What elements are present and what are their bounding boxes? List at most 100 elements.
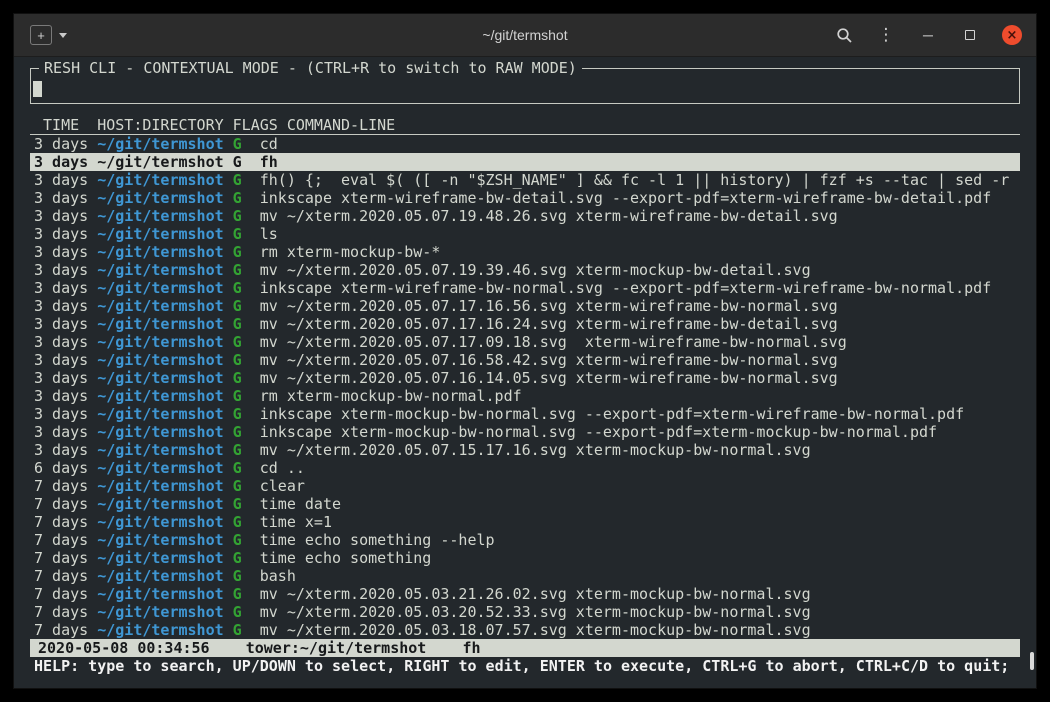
row-flags: G <box>233 603 260 621</box>
history-row[interactable]: 3 days~/git/termshotGfh() {; eval $( ([ … <box>30 171 1020 189</box>
history-row[interactable]: 3 days~/git/termshotGmv ~/xterm.2020.05.… <box>30 441 1020 459</box>
row-directory: ~/git/termshot <box>97 423 232 441</box>
history-row[interactable]: 3 days~/git/termshotGcd <box>30 135 1020 153</box>
scrollbar-thumb[interactable] <box>1030 652 1034 670</box>
history-row[interactable]: 6 days~/git/termshotGcd .. <box>30 459 1020 477</box>
row-directory: ~/git/termshot <box>97 585 232 603</box>
row-time: 3 days <box>34 333 97 351</box>
close-button[interactable]: × <box>1002 25 1022 45</box>
history-row[interactable]: 3 days~/git/termshotGls <box>30 225 1020 243</box>
row-command: time date <box>260 495 341 513</box>
row-time: 7 days <box>34 477 97 495</box>
column-command-line: COMMAND-LINE <box>287 116 395 134</box>
row-directory: ~/git/termshot <box>97 261 232 279</box>
history-row[interactable]: 3 days~/git/termshotGmv ~/xterm.2020.05.… <box>30 297 1020 315</box>
row-directory: ~/git/termshot <box>97 441 232 459</box>
row-directory: ~/git/termshot <box>97 477 232 495</box>
titlebar[interactable]: + ~/git/termshot ⋮ ─ × <box>14 14 1036 57</box>
row-command: mv ~/xterm.2020.05.07.19.48.26.svg xterm… <box>260 207 838 225</box>
row-flags: G <box>233 513 260 531</box>
row-flags: G <box>233 477 260 495</box>
history-row[interactable]: 3 days~/git/termshotGmv ~/xterm.2020.05.… <box>30 315 1020 333</box>
history-row[interactable]: 3 days~/git/termshotGmv ~/xterm.2020.05.… <box>30 333 1020 351</box>
row-flags: G <box>233 423 260 441</box>
history-row[interactable]: 7 days~/git/termshotGtime echo something <box>30 549 1020 567</box>
search-icon <box>836 27 853 44</box>
unmaximize-button[interactable] <box>960 25 980 45</box>
row-time: 3 days <box>34 135 97 153</box>
row-time: 6 days <box>34 459 97 477</box>
history-row[interactable]: 3 days~/git/termshotGinkscape xterm-mock… <box>30 405 1020 423</box>
chevron-down-icon[interactable] <box>59 33 67 38</box>
row-command: time echo something --help <box>260 531 495 549</box>
row-flags: G <box>233 171 260 189</box>
history-row[interactable]: 3 days~/git/termshotGmv ~/xterm.2020.05.… <box>30 207 1020 225</box>
row-directory: ~/git/termshot <box>97 135 232 153</box>
history-row[interactable]: 3 days~/git/termshotGfh <box>30 153 1020 171</box>
row-flags: G <box>233 297 260 315</box>
search-box-title: RESH CLI - CONTEXTUAL MODE - (CTRL+R to … <box>39 59 582 77</box>
minimize-button[interactable]: ─ <box>918 25 938 45</box>
table-header: TIMEHOST:DIRECTORYFLAGSCOMMAND-LINE <box>30 116 1020 135</box>
history-row[interactable]: 3 days~/git/termshotGrm xterm-mockup-bw-… <box>30 243 1020 261</box>
row-command: clear <box>260 477 305 495</box>
row-flags: G <box>233 387 260 405</box>
text-cursor <box>33 81 42 97</box>
history-row[interactable]: 3 days~/git/termshotGmv ~/xterm.2020.05.… <box>30 261 1020 279</box>
history-row[interactable]: 3 days~/git/termshotGrm xterm-mockup-bw-… <box>30 387 1020 405</box>
row-time: 7 days <box>34 549 97 567</box>
new-tab-button[interactable]: + <box>30 25 52 45</box>
row-command: mv ~/xterm.2020.05.07.17.16.24.svg xterm… <box>260 315 838 333</box>
search-button[interactable] <box>834 25 854 45</box>
history-row[interactable]: 3 days~/git/termshotGinkscape xterm-wire… <box>30 279 1020 297</box>
history-row[interactable]: 7 days~/git/termshotGtime x=1 <box>30 513 1020 531</box>
row-time: 3 days <box>34 315 97 333</box>
search-box[interactable]: RESH CLI - CONTEXTUAL MODE - (CTRL+R to … <box>30 59 1020 104</box>
row-directory: ~/git/termshot <box>97 153 232 171</box>
row-directory: ~/git/termshot <box>97 351 232 369</box>
row-directory: ~/git/termshot <box>97 369 232 387</box>
history-row[interactable]: 3 days~/git/termshotGmv ~/xterm.2020.05.… <box>30 351 1020 369</box>
row-directory: ~/git/termshot <box>97 549 232 567</box>
history-row[interactable]: 7 days~/git/termshotGmv ~/xterm.2020.05.… <box>30 603 1020 621</box>
help-line: HELP: type to search, UP/DOWN to select,… <box>30 657 1020 675</box>
history-row[interactable]: 3 days~/git/termshotGinkscape xterm-mock… <box>30 423 1020 441</box>
row-flags: G <box>233 459 260 477</box>
row-time: 3 days <box>34 207 97 225</box>
row-flags: G <box>233 279 260 297</box>
history-row[interactable]: 3 days~/git/termshotGinkscape xterm-wire… <box>30 189 1020 207</box>
row-time: 3 days <box>34 405 97 423</box>
history-row[interactable]: 7 days~/git/termshotGtime echo something… <box>30 531 1020 549</box>
row-directory: ~/git/termshot <box>97 225 232 243</box>
history-row[interactable]: 3 days~/git/termshotGmv ~/xterm.2020.05.… <box>30 369 1020 387</box>
menu-icon[interactable]: ⋮ <box>876 25 896 45</box>
row-flags: G <box>233 135 260 153</box>
row-command: inkscape xterm-mockup-bw-normal.svg --ex… <box>260 423 937 441</box>
close-icon: × <box>1007 28 1018 43</box>
history-row[interactable]: 7 days~/git/termshotGtime date <box>30 495 1020 513</box>
row-time: 3 days <box>34 261 97 279</box>
row-flags: G <box>233 333 260 351</box>
new-tab-icon: + <box>37 29 45 42</box>
history-row[interactable]: 7 days~/git/termshotGmv ~/xterm.2020.05.… <box>30 585 1020 603</box>
column-time: TIME <box>34 116 97 134</box>
row-time: 3 days <box>34 225 97 243</box>
row-command: mv ~/xterm.2020.05.07.16.58.42.svg xterm… <box>260 351 838 369</box>
status-datetime: 2020-05-08 00:34:56 <box>38 639 210 657</box>
row-command: inkscape xterm-wireframe-bw-normal.svg -… <box>260 279 992 297</box>
row-flags: G <box>233 441 260 459</box>
history-row[interactable]: 7 days~/git/termshotGclear <box>30 477 1020 495</box>
row-directory: ~/git/termshot <box>97 603 232 621</box>
terminal-screen[interactable]: RESH CLI - CONTEXTUAL MODE - (CTRL+R to … <box>14 57 1036 688</box>
row-command: mv ~/xterm.2020.05.03.20.52.33.svg xterm… <box>260 603 811 621</box>
status-host-directory: tower:~/git/termshot <box>246 639 427 657</box>
history-row[interactable]: 7 days~/git/termshotGmv ~/xterm.2020.05.… <box>30 621 1020 639</box>
row-command: mv ~/xterm.2020.05.07.19.39.46.svg xterm… <box>260 261 811 279</box>
row-flags: G <box>233 585 260 603</box>
row-flags: G <box>233 189 260 207</box>
row-time: 7 days <box>34 603 97 621</box>
history-row[interactable]: 7 days~/git/termshotGbash <box>30 567 1020 585</box>
row-command: mv ~/xterm.2020.05.07.15.17.16.svg xterm… <box>260 441 811 459</box>
row-command: cd .. <box>260 459 305 477</box>
restore-icon <box>965 30 975 40</box>
